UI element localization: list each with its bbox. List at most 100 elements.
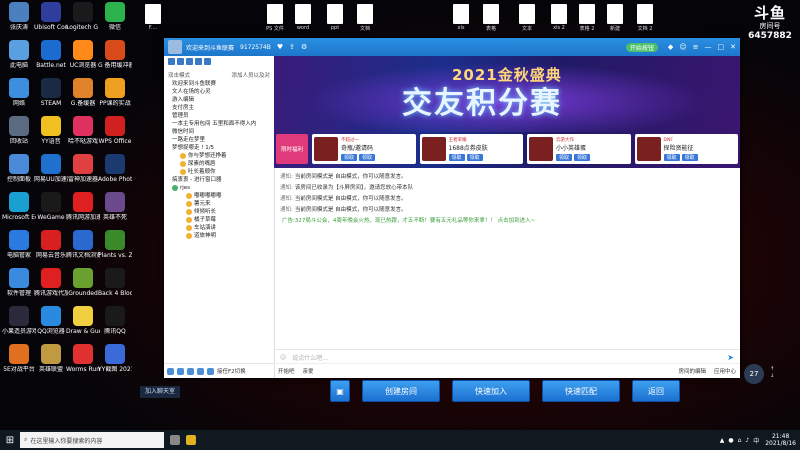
channel-tree-item[interactable]: 文人在场的心灵 [164,88,274,96]
promo-card[interactable]: 云游大作 小小英雄蛋 领取 领取 [527,134,631,164]
desktop-file[interactable]: 文本 [514,4,540,32]
desktop-icon[interactable]: Ubisoft Connect [34,2,68,31]
desktop-file[interactable]: 表格 2 [574,4,600,32]
volume-icon[interactable]: ♪ [745,437,749,444]
channel-tree-item[interactable]: 一路走在梦里 [164,136,274,144]
desktop-icon[interactable]: 微信 [98,2,132,31]
channel-tree-item[interactable]: 尿素的嘴唇 [164,160,274,168]
tray-icon-1[interactable]: ▲ [720,437,725,444]
network-icon[interactable]: ⌂ [738,437,742,444]
desktop-icon[interactable]: UC浏览器 [66,40,100,69]
footer-item-4[interactable]: 应用中心 [714,367,736,375]
desktop-icon[interactable]: 此电脑 [2,40,36,69]
footer-item-1[interactable]: 开始吧 [278,367,295,375]
desktop-icon[interactable]: 张庆涛 [2,2,36,31]
list-tool-icon[interactable] [195,58,202,65]
desktop-icon[interactable]: 腾讯QQ [98,306,132,335]
desktop-icon[interactable]: Worms Rumble [66,344,100,373]
desktop-icon[interactable]: PP课的实战 [98,78,132,107]
back-button[interactable]: 返回 [632,380,680,402]
promo-claim-button[interactable]: 领取 [466,154,483,161]
desktop-icon[interactable]: Back 4 Blood Beta [98,268,132,297]
channel-tree-item[interactable]: 倾倾听长 [164,208,274,216]
add-friend-button[interactable]: 加入聊天室 [140,386,180,398]
quick-join-button[interactable]: 快速加入 [452,380,530,402]
quick-match-button[interactable]: 快速匹配 [542,380,620,402]
desktop-icon[interactable]: 网易云音乐 [34,230,68,259]
gamepad-icon[interactable]: ◆ [668,43,673,51]
avatar-icon[interactable] [167,367,174,375]
promo-card[interactable]: DNF 探险贤能征 领取 领取 [634,134,738,164]
channel-tree-item[interactable]: 微信时间 [164,128,274,136]
desktop-icon[interactable]: 腾讯网游加速器 [66,192,100,221]
desktop-icon[interactable]: 网易UU加速器 [34,154,68,183]
desktop-icon[interactable]: 腾讯文档浏览 [66,230,100,259]
mic-icon[interactable] [177,367,184,375]
channel-tree-item[interactable]: 你与梦想还挣着 [164,152,274,160]
promo-claim-button[interactable]: 领取 [574,154,591,161]
chat-input-bar[interactable]: ☺ 说点什么吧... ➤ [274,349,740,364]
desktop-icon[interactable]: Grounded [66,268,100,297]
user-tool-icon[interactable] [168,58,175,65]
desktop-icon[interactable]: 哈不哒游戏 [66,116,100,145]
channel-tree-item[interactable]: 搞衷衷 - 进行窗口器 [164,176,274,184]
perf-meter[interactable]: 27 [744,364,764,384]
send-icon[interactable]: ➤ [727,353,734,362]
taskbar-clock[interactable]: 21:48 2021/8/16 [765,433,796,447]
desktop-file[interactable]: 表格 [478,4,504,32]
chat-input[interactable]: 说点什么吧... [292,353,328,362]
promo-claim-button[interactable]: 领取 [556,154,573,161]
room-avatar[interactable] [168,40,182,54]
desktop-icon[interactable]: Draw & Guess [66,306,100,335]
heart-icon[interactable]: ♥ [277,43,283,51]
desktop-file[interactable]: 文档 2 [632,4,658,32]
menu-icon[interactable]: ≡ [693,43,699,51]
desktop-icon[interactable]: QQ浏览器 [34,306,68,335]
desktop-icon[interactable]: G.备缓器 [66,78,100,107]
emoji-icon[interactable]: ☺ [280,354,286,361]
desktop-icon[interactable]: YY截图 20210816... [98,344,132,373]
desktop-icon[interactable]: 回收站 [2,116,36,145]
footer-item-2[interactable]: 亲爱 [303,367,314,375]
desktop-icon[interactable]: 控制面板 [2,154,36,183]
ime-icon[interactable]: 中 [753,436,759,445]
desktop-file[interactable]: word [290,4,316,31]
desktop-file[interactable]: ppt [322,4,348,31]
footer-item-3[interactable]: 房间的编辑 [678,367,706,375]
channel-tree-item[interactable]: 管理员 [164,112,274,120]
tray-icon-2[interactable]: ● [728,437,733,444]
desktop-icon[interactable]: Microsoft Edge [2,192,36,221]
desktop-icon[interactable]: 软件管理 [2,268,36,297]
group-tool-icon[interactable] [177,58,184,65]
desktop-file[interactable]: xls 2 [546,4,572,31]
channel-tree-item[interactable]: 吐长着顺你 [164,168,274,176]
minimize-icon[interactable]: — [705,43,712,51]
archive-icon[interactable]: ▣ [330,380,350,402]
user-icon[interactable]: ☺ [679,43,686,51]
desktop-icon[interactable]: 腾讯游戏代加速器 [34,268,68,297]
taskbar-search[interactable]: ⌕ 在这里输入你要搜索的内容 [20,432,164,448]
desktop-icon[interactable]: YY语音 [34,116,68,145]
desktop-icon[interactable]: Battle.net [34,40,68,69]
share-icon[interactable]: ⇪ [289,43,295,51]
channel-tree-item[interactable]: rjes [164,184,274,192]
promo-claim-button[interactable]: 领取 [448,154,465,161]
channel-tree-item[interactable]: 游入编辑 [164,96,274,104]
channel-tree-item[interactable]: 道旅神明 [164,232,274,240]
chart-icon[interactable] [207,367,214,375]
promo-card[interactable]: 王者荣耀 1688点券皮肤 领取 领取 [419,134,523,164]
desktop-file[interactable]: 新建 [602,4,628,32]
title-badge[interactable]: 开始按钮 [625,42,658,52]
promo-card[interactable]: 不超过一 奇瓶/邀请码 领取 领取 [312,134,416,164]
promo-claim-button[interactable]: 领取 [663,153,680,161]
close-icon[interactable]: ✕ [730,43,736,51]
windows-start-icon[interactable]: ⊞ [0,430,20,450]
window-titlebar[interactable]: 欢迎来到斗鱼联赛 9172574B ♥ ⇪ ⚙ 开始按钮 ◆ ☺ ≡ — □ ✕ [164,38,740,56]
desktop-icon[interactable]: WPS Office [98,116,132,145]
channel-tree-item[interactable]: 欢迎来到斗鱼联赛 [164,80,274,88]
desktop-icon[interactable]: 电脑管家 [2,230,36,259]
speaker-icon[interactable] [187,367,194,375]
promo-claim-button[interactable]: 领取 [341,154,358,161]
desktop-icon[interactable]: 网络 [2,78,36,107]
desktop-icon[interactable]: 雷神加速器 [66,154,100,183]
